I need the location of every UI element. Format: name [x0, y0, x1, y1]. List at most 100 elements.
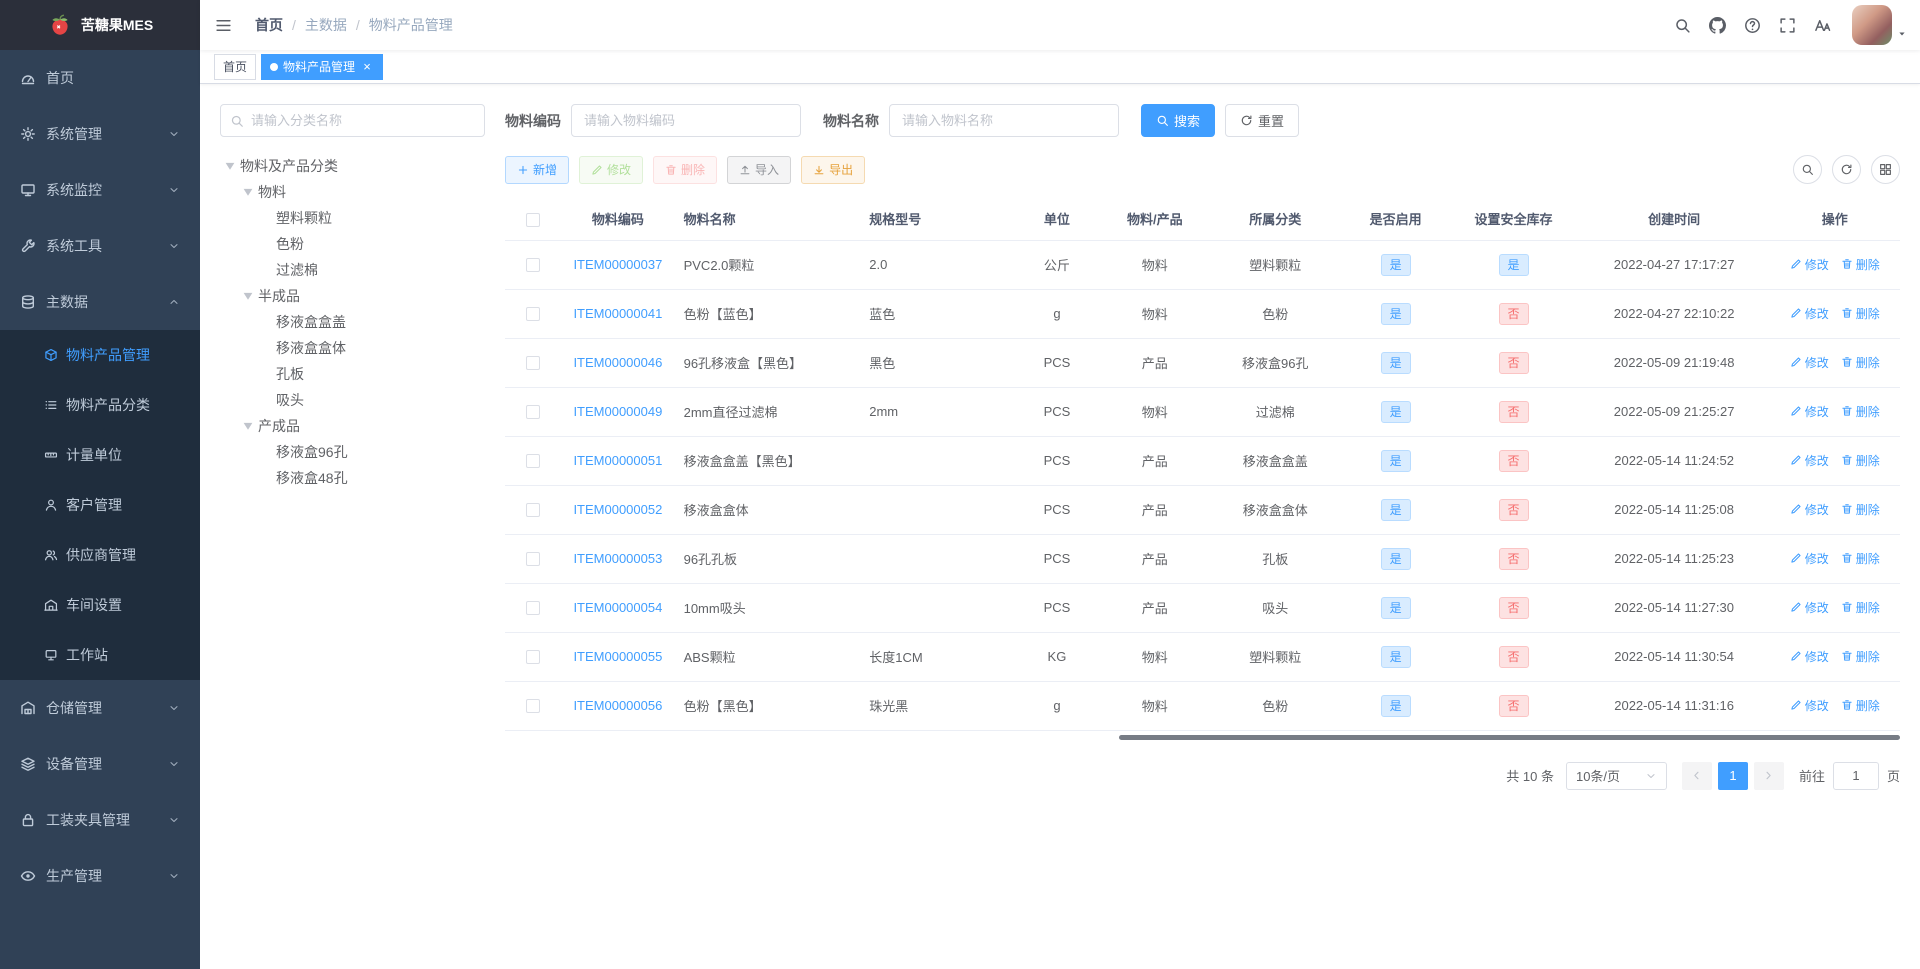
material-code-link[interactable]: ITEM00000052	[573, 502, 662, 517]
sidebar-item-system-tools[interactable]: 系统工具	[0, 218, 200, 274]
material-code-link[interactable]: ITEM00000046	[573, 355, 662, 370]
sidebar-item-master-data[interactable]: 主数据	[0, 274, 200, 330]
sidebar-item-material-product-management[interactable]: 物料产品管理	[0, 330, 200, 380]
row-edit-button[interactable]: 修改	[1790, 648, 1829, 665]
tree-node[interactable]: 过滤棉	[220, 257, 485, 283]
row-delete-button[interactable]: 删除	[1841, 550, 1880, 567]
row-checkbox[interactable]	[525, 454, 540, 469]
tree-expand-icon[interactable]	[238, 182, 258, 202]
row-checkbox[interactable]	[525, 503, 540, 518]
tree-node[interactable]: 移液盒盒盖	[220, 309, 485, 335]
sidebar-item-system-management[interactable]: 系统管理	[0, 106, 200, 162]
category-search-input[interactable]	[220, 104, 485, 137]
material-code-input[interactable]	[571, 104, 801, 137]
sidebar-item-equipment-management[interactable]: 设备管理	[0, 736, 200, 792]
reset-button[interactable]: 重置	[1225, 104, 1300, 137]
row-edit-button[interactable]: 修改	[1790, 550, 1829, 567]
row-edit-button[interactable]: 修改	[1790, 599, 1829, 616]
goto-page-input[interactable]	[1832, 761, 1879, 790]
sidebar-item-measure-unit[interactable]: 计量单位	[0, 430, 200, 480]
tree-node[interactable]: 色粉	[220, 231, 485, 257]
sidebar-toggle-button[interactable]	[200, 0, 247, 50]
tree-node[interactable]: 产成品	[220, 413, 485, 439]
row-delete-button[interactable]: 删除	[1841, 501, 1880, 518]
tree-node[interactable]: 移液盒48孔	[220, 465, 485, 491]
row-edit-button[interactable]: 修改	[1790, 403, 1829, 420]
breadcrumb-item[interactable]: 首页	[255, 15, 283, 35]
sidebar-item-home[interactable]: 首页	[0, 50, 200, 106]
github-button[interactable]	[1700, 0, 1735, 50]
table-refresh-button[interactable]	[1832, 155, 1861, 184]
row-edit-button[interactable]: 修改	[1790, 501, 1829, 518]
material-code-link[interactable]: ITEM00000055	[573, 649, 662, 664]
edit-button[interactable]: 修改	[579, 155, 644, 184]
prev-page-button[interactable]	[1681, 761, 1712, 790]
row-delete-button[interactable]: 删除	[1841, 697, 1880, 714]
app-logo[interactable]: 苦糖果MES	[0, 0, 200, 50]
font-size-button[interactable]	[1805, 0, 1840, 50]
delete-button[interactable]: 删除	[653, 155, 718, 184]
view-tab[interactable]: 首页	[214, 53, 257, 80]
select-all-checkbox[interactable]	[525, 212, 540, 227]
tree-node[interactable]: 塑料颗粒	[220, 205, 485, 231]
row-delete-button[interactable]: 删除	[1841, 305, 1880, 322]
material-code-link[interactable]: ITEM00000056	[573, 698, 662, 713]
row-delete-button[interactable]: 删除	[1841, 599, 1880, 616]
material-code-link[interactable]: ITEM00000041	[573, 306, 662, 321]
material-name-input[interactable]	[889, 104, 1119, 137]
row-checkbox[interactable]	[525, 258, 540, 273]
row-checkbox[interactable]	[525, 552, 540, 567]
row-edit-button[interactable]: 修改	[1790, 305, 1829, 322]
sidebar-item-supplier-management[interactable]: 供应商管理	[0, 530, 200, 580]
sidebar-item-tooling-fixture-management[interactable]: 工装夹具管理	[0, 792, 200, 848]
row-edit-button[interactable]: 修改	[1790, 354, 1829, 371]
row-checkbox[interactable]	[525, 405, 540, 420]
user-menu[interactable]	[1852, 5, 1908, 45]
horizontal-scrollbar[interactable]	[505, 734, 1900, 742]
row-edit-button[interactable]: 修改	[1790, 697, 1829, 714]
table-search-toggle-button[interactable]	[1793, 155, 1822, 184]
import-button[interactable]: 导入	[727, 155, 792, 184]
view-tab[interactable]: 物料产品管理 ×	[261, 53, 384, 80]
row-delete-button[interactable]: 删除	[1841, 354, 1880, 371]
tree-node[interactable]: 物料	[220, 179, 485, 205]
search-button[interactable]: 搜索	[1141, 104, 1216, 137]
row-delete-button[interactable]: 删除	[1841, 648, 1880, 665]
tree-node[interactable]: 移液盒盒体	[220, 335, 485, 361]
row-delete-button[interactable]: 删除	[1841, 403, 1880, 420]
next-page-button[interactable]	[1753, 761, 1784, 790]
row-checkbox[interactable]	[525, 307, 540, 322]
row-checkbox[interactable]	[525, 650, 540, 665]
breadcrumb-item[interactable]: 主数据	[305, 15, 347, 35]
page-size-select[interactable]: 10条/页	[1565, 761, 1667, 790]
sidebar-item-customer-management[interactable]: 客户管理	[0, 480, 200, 530]
row-delete-button[interactable]: 删除	[1841, 256, 1880, 273]
sidebar-item-workstation[interactable]: 工作站	[0, 630, 200, 680]
sidebar-item-warehouse-management[interactable]: 仓储管理	[0, 680, 200, 736]
material-code-link[interactable]: ITEM00000037	[573, 257, 662, 272]
row-checkbox[interactable]	[525, 601, 540, 616]
sidebar-item-material-product-category[interactable]: 物料产品分类	[0, 380, 200, 430]
sidebar-item-workshop-settings[interactable]: 车间设置	[0, 580, 200, 630]
material-code-link[interactable]: ITEM00000049	[573, 404, 662, 419]
scrollbar-thumb[interactable]	[1118, 734, 1900, 740]
header-search-button[interactable]	[1665, 0, 1700, 50]
row-delete-button[interactable]: 删除	[1841, 452, 1880, 469]
docs-help-button[interactable]	[1735, 0, 1770, 50]
row-checkbox[interactable]	[525, 356, 540, 371]
material-code-link[interactable]: ITEM00000053	[573, 551, 662, 566]
tab-close-icon[interactable]: ×	[360, 60, 374, 74]
tree-expand-icon[interactable]	[238, 416, 258, 436]
tree-expand-icon[interactable]	[238, 286, 258, 306]
material-code-link[interactable]: ITEM00000051	[573, 453, 662, 468]
material-code-link[interactable]: ITEM00000054	[573, 600, 662, 615]
row-edit-button[interactable]: 修改	[1790, 256, 1829, 273]
tree-node[interactable]: 孔板	[220, 361, 485, 387]
tree-node[interactable]: 物料及产品分类	[220, 153, 485, 179]
tree-node[interactable]: 半成品	[220, 283, 485, 309]
tree-expand-icon[interactable]	[220, 156, 240, 176]
fullscreen-button[interactable]	[1770, 0, 1805, 50]
tree-node[interactable]: 吸头	[220, 387, 485, 413]
export-button[interactable]: 导出	[801, 155, 866, 184]
row-edit-button[interactable]: 修改	[1790, 452, 1829, 469]
